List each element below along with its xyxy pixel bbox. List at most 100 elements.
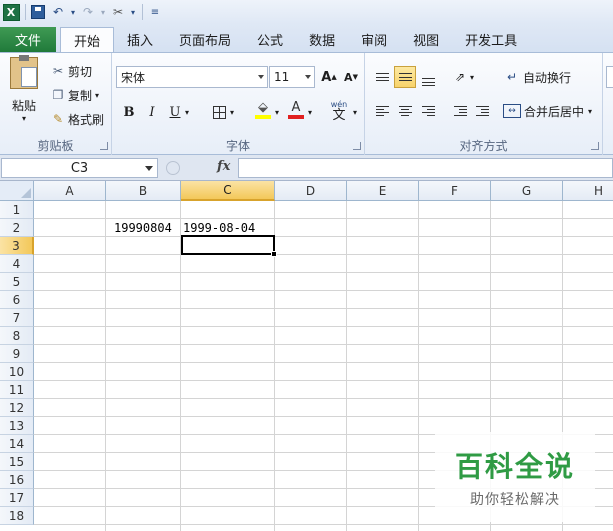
column-header-b[interactable]: B (106, 181, 181, 201)
align-bottom-icon[interactable] (417, 68, 439, 90)
italic-button[interactable]: I (141, 101, 163, 123)
tab-view[interactable]: 视图 (400, 27, 452, 52)
merge-center-button[interactable]: ↔ 合并后居中 ▾ (503, 101, 592, 121)
row-header-2[interactable]: 2 (0, 219, 34, 237)
tab-data[interactable]: 数据 (296, 27, 348, 52)
toolbar-separator (142, 4, 143, 20)
cut-button[interactable]: ✂ 剪切 (50, 61, 92, 81)
fill-handle[interactable] (271, 251, 277, 257)
column-header-c[interactable]: C (181, 181, 275, 201)
undo-dropdown-icon[interactable]: ▾ (69, 2, 77, 22)
save-icon[interactable] (29, 2, 47, 22)
paste-button[interactable]: 粘贴 ▾ (6, 55, 42, 129)
grid-line (34, 362, 613, 363)
borders-dropdown-icon[interactable]: ▾ (227, 101, 237, 123)
copy-button[interactable]: ❐ 复制 ▾ (50, 85, 99, 105)
shrink-font-button[interactable]: A ▼ (340, 66, 362, 88)
decrease-indent-icon[interactable] (449, 100, 471, 122)
align-right-icon[interactable] (417, 100, 439, 122)
tab-file[interactable]: 文件 (0, 27, 56, 52)
column-header-g[interactable]: G (491, 181, 563, 201)
row-header-7[interactable]: 7 (0, 309, 34, 327)
grid-line (34, 254, 613, 255)
row-header-13[interactable]: 13 (0, 417, 34, 435)
font-name-value: 宋体 (121, 70, 146, 85)
orientation-dropdown-icon[interactable]: ▾ (467, 66, 477, 88)
row-header-17[interactable]: 17 (0, 489, 34, 507)
active-cell-c3[interactable] (181, 235, 275, 255)
align-top-icon[interactable] (371, 66, 393, 88)
column-header-e[interactable]: E (347, 181, 419, 201)
font-size-combo[interactable]: 11 (269, 66, 315, 88)
toolbar-separator (25, 4, 26, 20)
fill-color-icon[interactable]: ⬙ (252, 99, 274, 121)
column-header-a[interactable]: A (34, 181, 106, 201)
select-all-button[interactable] (0, 181, 34, 201)
font-name-combo[interactable]: 宋体 (116, 66, 268, 88)
tab-home[interactable]: 开始 (60, 27, 115, 52)
row-header-14[interactable]: 14 (0, 435, 34, 453)
tab-insert[interactable]: 插入 (114, 27, 166, 52)
row-header-3[interactable]: 3 (0, 237, 34, 255)
row-header-11[interactable]: 11 (0, 381, 34, 399)
align-center-icon[interactable] (394, 100, 416, 122)
number-format-combo[interactable] (606, 66, 613, 88)
column-header-d[interactable]: D (275, 181, 347, 201)
tab-formulas[interactable]: 公式 (244, 27, 296, 52)
redo-icon[interactable]: ↷ (79, 2, 97, 22)
redo-dropdown-icon[interactable]: ▾ (99, 2, 107, 22)
tools-dropdown-icon[interactable]: ▾ (129, 2, 137, 22)
font-color-icon[interactable]: A (285, 99, 307, 121)
row-header-1[interactable]: 1 (0, 201, 34, 219)
row-header-12[interactable]: 12 (0, 399, 34, 417)
customize-toolbar-icon[interactable]: ≡ (146, 2, 164, 22)
alignment-launcher-icon[interactable] (591, 142, 599, 150)
bold-button[interactable]: B (118, 101, 140, 123)
font-color-dropdown-icon[interactable]: ▾ (305, 101, 315, 123)
column-header-f[interactable]: F (419, 181, 491, 201)
format-painter-button[interactable]: ✎ 格式刷 (50, 109, 104, 129)
number-group-partial (603, 53, 613, 155)
wrap-text-button[interactable]: ↵ 自动换行 (503, 67, 571, 87)
fill-color-dropdown-icon[interactable]: ▾ (272, 101, 282, 123)
tools-icon[interactable]: ✂ (109, 2, 127, 22)
name-box-dropdown-icon[interactable] (145, 166, 153, 171)
align-left-icon[interactable] (371, 100, 393, 122)
row-header-18[interactable]: 18 (0, 507, 34, 525)
font-launcher-icon[interactable] (353, 142, 361, 150)
phonetic-guide-icon[interactable]: wén 文 (326, 97, 352, 125)
row-header-9[interactable]: 9 (0, 345, 34, 363)
cell-b2[interactable]: 19990804 (114, 219, 172, 237)
tab-developer[interactable]: 开发工具 (452, 27, 530, 52)
excel-app-icon[interactable]: X (2, 2, 20, 22)
row-header-8[interactable]: 8 (0, 327, 34, 345)
clipboard-launcher-icon[interactable] (100, 142, 108, 150)
align-middle-icon[interactable] (394, 66, 416, 88)
row-header-15[interactable]: 15 (0, 453, 34, 471)
insert-function-button[interactable]: fx (217, 159, 230, 174)
row-header-6[interactable]: 6 (0, 291, 34, 309)
formula-input[interactable] (238, 158, 613, 178)
undo-icon[interactable]: ↶ (49, 2, 67, 22)
row-header-4[interactable]: 4 (0, 255, 34, 273)
column-header-h[interactable]: H (563, 181, 613, 201)
tab-page-layout[interactable]: 页面布局 (166, 27, 244, 52)
row-header-10[interactable]: 10 (0, 363, 34, 381)
phonetic-dropdown-icon[interactable]: ▾ (350, 101, 360, 123)
underline-dropdown-icon[interactable]: ▾ (182, 101, 192, 123)
alignment-group: ⇗ ▾ ↵ 自动换行 ↔ 合并后居中 ▾ 对齐方式 (365, 53, 603, 155)
worksheet-grid[interactable]: A B C D E F G H 1 2 3 4 5 6 7 8 9 10 11 … (0, 181, 613, 531)
increase-indent-icon[interactable] (471, 100, 493, 122)
grow-font-button[interactable]: A ▲ (318, 66, 340, 88)
paste-dropdown-icon: ▾ (21, 114, 26, 123)
name-box[interactable]: C3 (1, 158, 158, 178)
row-header-16[interactable]: 16 (0, 471, 34, 489)
watermark-subtitle: 助你轻松解决 (470, 492, 560, 508)
shrink-arrow-icon: ▼ (352, 73, 358, 81)
ribbon: 粘贴 ▾ ✂ 剪切 ❐ 复制 ▾ ✎ 格式刷 剪贴板 宋体 11 A ▲ A ▼… (0, 52, 613, 155)
watermark: 百科全说 助你轻松解决 (435, 432, 595, 522)
font-group: 宋体 11 A ▲ A ▼ B I U ▾ ▾ ⬙ ▾ A ▾ wén 文 ▾ … (112, 53, 365, 155)
row-header-5[interactable]: 5 (0, 273, 34, 291)
tab-review[interactable]: 审阅 (348, 27, 400, 52)
grid-line (34, 344, 613, 345)
